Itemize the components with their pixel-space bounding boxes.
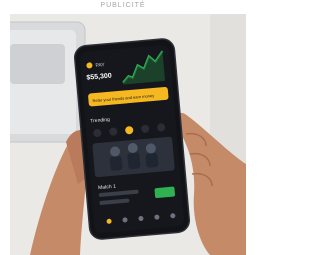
balance-label: PAY — [95, 62, 105, 69]
photo-illustration: PAY $55,300 Refer your friends and earn … — [10, 14, 246, 255]
trackpad — [10, 44, 65, 84]
ad-label: PUBLICITÉ — [100, 2, 146, 9]
ad-container[interactable]: PUBLICITÉ PAY $55,300 Refer your friends… — [0, 0, 246, 255]
ad-photo[interactable]: PAY $55,300 Refer your friends and earn … — [10, 14, 246, 255]
green-action-button[interactable] — [154, 186, 176, 199]
smartphone: PAY $55,300 Refer your friends and earn … — [73, 38, 191, 240]
laptop — [10, 21, 86, 143]
